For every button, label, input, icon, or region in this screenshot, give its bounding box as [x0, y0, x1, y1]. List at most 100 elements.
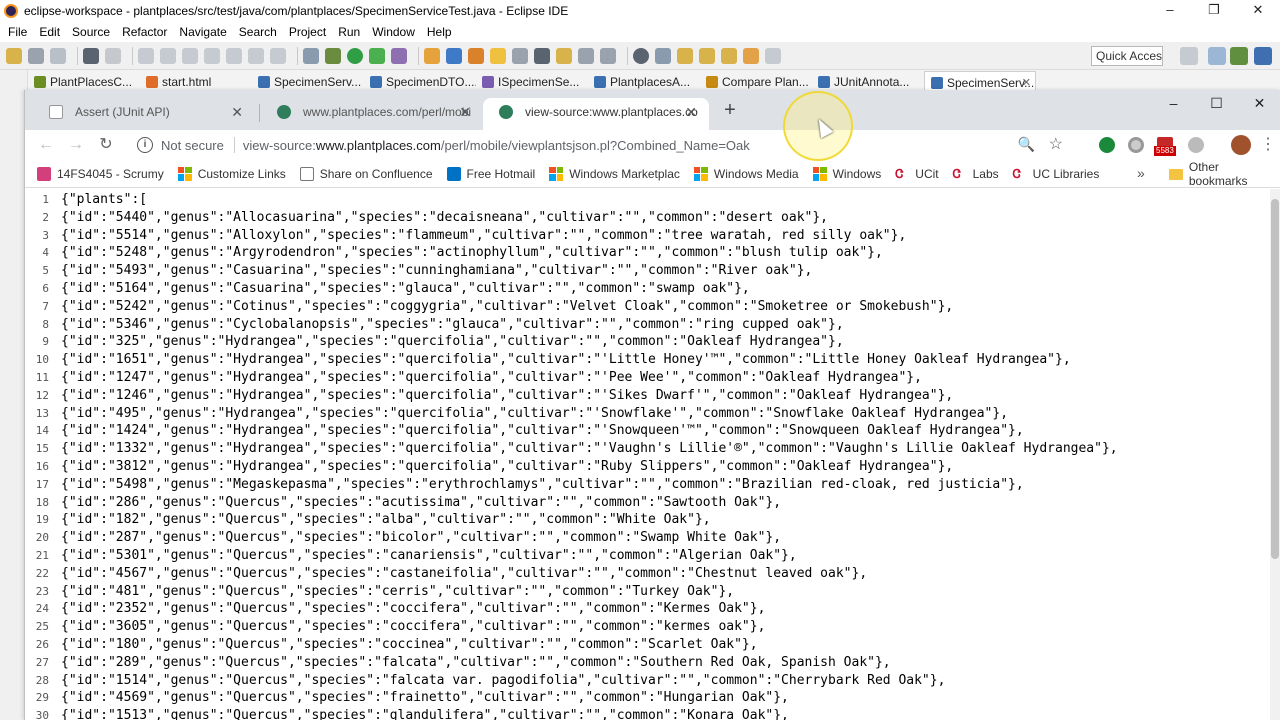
menu-icon[interactable]: ⋮: [1257, 134, 1279, 156]
annotation-icon[interactable]: [512, 47, 528, 64]
avatar[interactable]: [1231, 135, 1251, 155]
save-icon[interactable]: [28, 47, 44, 64]
address-bar[interactable]: i Not secure view-source:www.plantplaces…: [129, 132, 1089, 158]
line-number: 5: [42, 264, 49, 278]
zoom-icon[interactable]: 🔍: [1018, 136, 1035, 153]
new-java-project-icon[interactable]: [424, 47, 440, 64]
windows-icon: [177, 166, 192, 181]
task-icon[interactable]: [633, 47, 649, 64]
skip-breakpoints-icon[interactable]: [83, 47, 99, 64]
address-url[interactable]: view-source:www.plantplaces.com/perl/mob…: [243, 138, 750, 153]
bookmark-windows[interactable]: Windows: [812, 166, 882, 181]
disconnect-icon[interactable]: [204, 47, 220, 64]
browser-tab-view-source[interactable]: view-source:www.plantplaces.co ✕: [483, 98, 709, 130]
eclipse-minimize-button[interactable]: –: [1148, 0, 1192, 22]
new-icon[interactable]: [6, 47, 22, 64]
external-tools-icon[interactable]: [391, 47, 407, 64]
new-tab-button[interactable]: +: [717, 98, 743, 124]
quick-access-field[interactable]: [1091, 46, 1163, 66]
open-perspective-icon[interactable]: [1180, 47, 1198, 65]
block-selection-icon[interactable]: [578, 47, 594, 64]
forward-button[interactable]: →: [65, 134, 87, 156]
run-icon[interactable]: [347, 47, 363, 64]
menu-refactor[interactable]: Refactor: [116, 25, 173, 39]
back-button[interactable]: ←: [35, 134, 57, 156]
close-tab-icon[interactable]: ✕: [231, 98, 243, 126]
source-line: 29 {"id":"4569","genus":"Quercus","specie…: [25, 689, 789, 707]
terminate-icon[interactable]: [182, 47, 198, 64]
pin-icon[interactable]: [655, 47, 671, 64]
menu-help[interactable]: Help: [421, 25, 458, 39]
source-line: 11 {"id":"1247","genus":"Hydrangea","spec…: [25, 369, 922, 387]
last-edit-icon[interactable]: [721, 47, 737, 64]
bookmark-share-confluence[interactable]: Share on Confluence: [299, 166, 433, 181]
save-all-icon[interactable]: [50, 47, 66, 64]
chrome-close-button[interactable]: ✕: [1238, 90, 1280, 118]
extension-icon[interactable]: [1188, 137, 1204, 153]
bookmark-windows-media[interactable]: Windows Media: [693, 166, 799, 181]
resume-icon[interactable]: [138, 47, 154, 64]
reload-button[interactable]: ↻: [95, 134, 117, 156]
java-perspective-icon[interactable]: [1230, 47, 1248, 65]
info-icon[interactable]: i: [137, 137, 153, 153]
previous-annotation-icon[interactable]: [699, 47, 715, 64]
show-whitespace-icon[interactable]: [600, 47, 616, 64]
next-annotation-icon[interactable]: [677, 47, 693, 64]
menu-window[interactable]: Window: [366, 25, 421, 39]
extension-icon[interactable]: [1128, 137, 1144, 153]
other-bookmarks-folder[interactable]: Other bookmarks: [1169, 160, 1280, 188]
menu-file[interactable]: File: [2, 25, 33, 39]
extension-icon[interactable]: [1099, 137, 1115, 153]
close-tab-icon[interactable]: ✕: [459, 98, 471, 126]
menu-project[interactable]: Project: [283, 25, 332, 39]
menu-navigate[interactable]: Navigate: [173, 25, 232, 39]
source-line: 1 {"plants":[: [25, 191, 147, 209]
back-icon[interactable]: [743, 47, 759, 64]
source-code-text: {"id":"182","genus":"Quercus","species":…: [61, 512, 711, 528]
eclipse-restore-button[interactable]: ❐: [1192, 0, 1236, 22]
drop-to-frame-icon[interactable]: [303, 47, 319, 64]
line-number: 19: [35, 513, 49, 527]
bookmark-windows-marketplace[interactable]: Windows Marketplac: [549, 166, 680, 181]
plantplaces-favicon-icon: [499, 105, 513, 119]
open-type-icon[interactable]: [468, 47, 484, 64]
new-package-icon[interactable]: [446, 47, 462, 64]
bookmark-label: Windows: [832, 166, 882, 181]
source-line: 22 {"id":"4567","genus":"Quercus","specie…: [25, 565, 867, 583]
source-code-text: {"id":"481","genus":"Quercus","species":…: [61, 583, 735, 599]
java-ee-perspective-icon[interactable]: [1208, 47, 1226, 65]
eclipse-close-button[interactable]: ✕: [1236, 0, 1280, 22]
step-return-icon[interactable]: [270, 47, 286, 64]
step-into-icon[interactable]: [226, 47, 242, 64]
close-tab-icon[interactable]: ✕: [685, 98, 697, 126]
source-code-text: {"id":"5514","genus":"Alloxylon","specie…: [61, 227, 907, 243]
forward-icon[interactable]: [765, 47, 781, 64]
vertical-scrollbar[interactable]: [1270, 189, 1280, 720]
debug-icon[interactable]: [325, 47, 341, 64]
browser-tab-junit-assert[interactable]: Assert (JUnit API) ✕: [33, 98, 255, 130]
menu-edit[interactable]: Edit: [33, 25, 66, 39]
debug-perspective-icon[interactable]: [1254, 47, 1272, 65]
bookmark-labs[interactable]: Ꮳ Labs: [953, 167, 999, 181]
bookmark-star-icon[interactable]: ☆: [1049, 134, 1063, 154]
menu-search[interactable]: Search: [233, 25, 283, 39]
bookmark-uc-libraries[interactable]: Ꮳ UC Libraries: [1013, 167, 1100, 181]
chrome-minimize-button[interactable]: –: [1152, 90, 1195, 118]
terminal-icon[interactable]: [105, 47, 121, 64]
toggle-mark-icon[interactable]: [534, 47, 550, 64]
bookmark-customize-links[interactable]: Customize Links: [177, 166, 286, 181]
browser-tab-plantplaces[interactable]: www.plantplaces.com/perl/mobi ✕: [261, 98, 483, 130]
chrome-maximize-button[interactable]: ☐: [1195, 90, 1238, 118]
menu-run[interactable]: Run: [332, 25, 366, 39]
search-icon[interactable]: [490, 47, 506, 64]
menu-source[interactable]: Source: [66, 25, 116, 39]
coverage-icon[interactable]: [369, 47, 385, 64]
highlight-icon[interactable]: [556, 47, 572, 64]
bookmark-free-hotmail[interactable]: Free Hotmail: [446, 166, 535, 181]
scrollbar-thumb[interactable]: [1271, 199, 1279, 559]
step-over-icon[interactable]: [248, 47, 264, 64]
bookmark-ucit[interactable]: Ꮳ UCit: [895, 167, 938, 181]
bookmark-scrumy[interactable]: 14FS4045 - Scrumy: [37, 166, 164, 181]
suspend-icon[interactable]: [160, 47, 176, 64]
bookmarks-overflow-button[interactable]: »: [1137, 165, 1145, 181]
